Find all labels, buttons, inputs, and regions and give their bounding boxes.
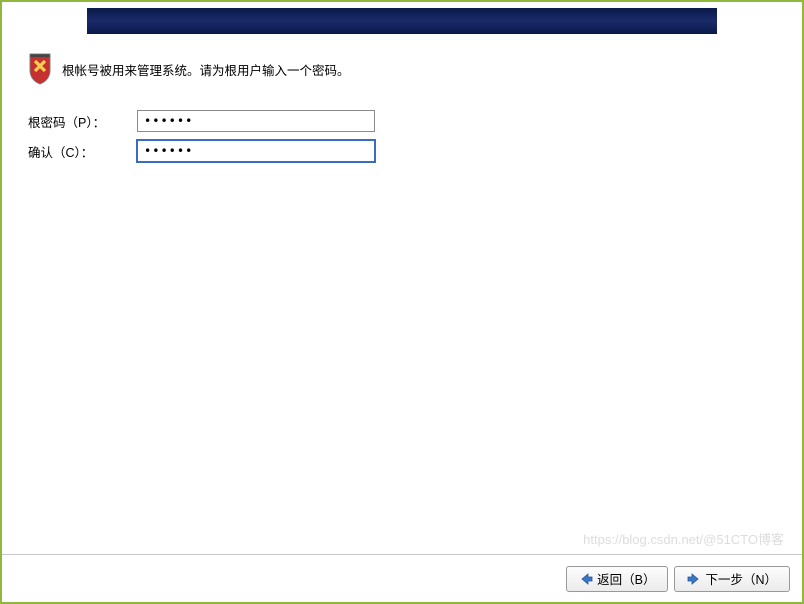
next-button[interactable]: 下一步（N） [674,566,790,592]
confirm-row: 确认（C）： [22,140,782,162]
watermark-text: https://blog.csdn.net/@51CTO博客 [583,529,784,548]
back-button[interactable]: 返回（B） [566,566,668,592]
password-row: 根密码（P）： [22,110,782,132]
description-text: 根帐号被用来管理系统。请为根用户输入一个密码。 [62,60,350,79]
shield-icon [26,52,54,86]
header-bar [87,8,717,34]
password-label: 根密码（P）： [22,112,137,131]
main-content: 根帐号被用来管理系统。请为根用户输入一个密码。 根密码（P）： 确认（C）： [2,34,802,188]
confirm-label: 确认（C）： [22,142,137,161]
arrow-right-icon [687,572,701,586]
back-button-label: 返回（B） [597,569,655,588]
arrow-left-icon [579,572,593,586]
confirm-input[interactable] [137,140,375,162]
button-bar: 返回（B） 下一步（N） [2,554,802,602]
password-input[interactable] [137,110,375,132]
password-form: 根密码（P）： 确认（C）： [22,110,782,162]
next-button-label: 下一步（N） [705,569,777,588]
header-row: 根帐号被用来管理系统。请为根用户输入一个密码。 [26,52,782,86]
